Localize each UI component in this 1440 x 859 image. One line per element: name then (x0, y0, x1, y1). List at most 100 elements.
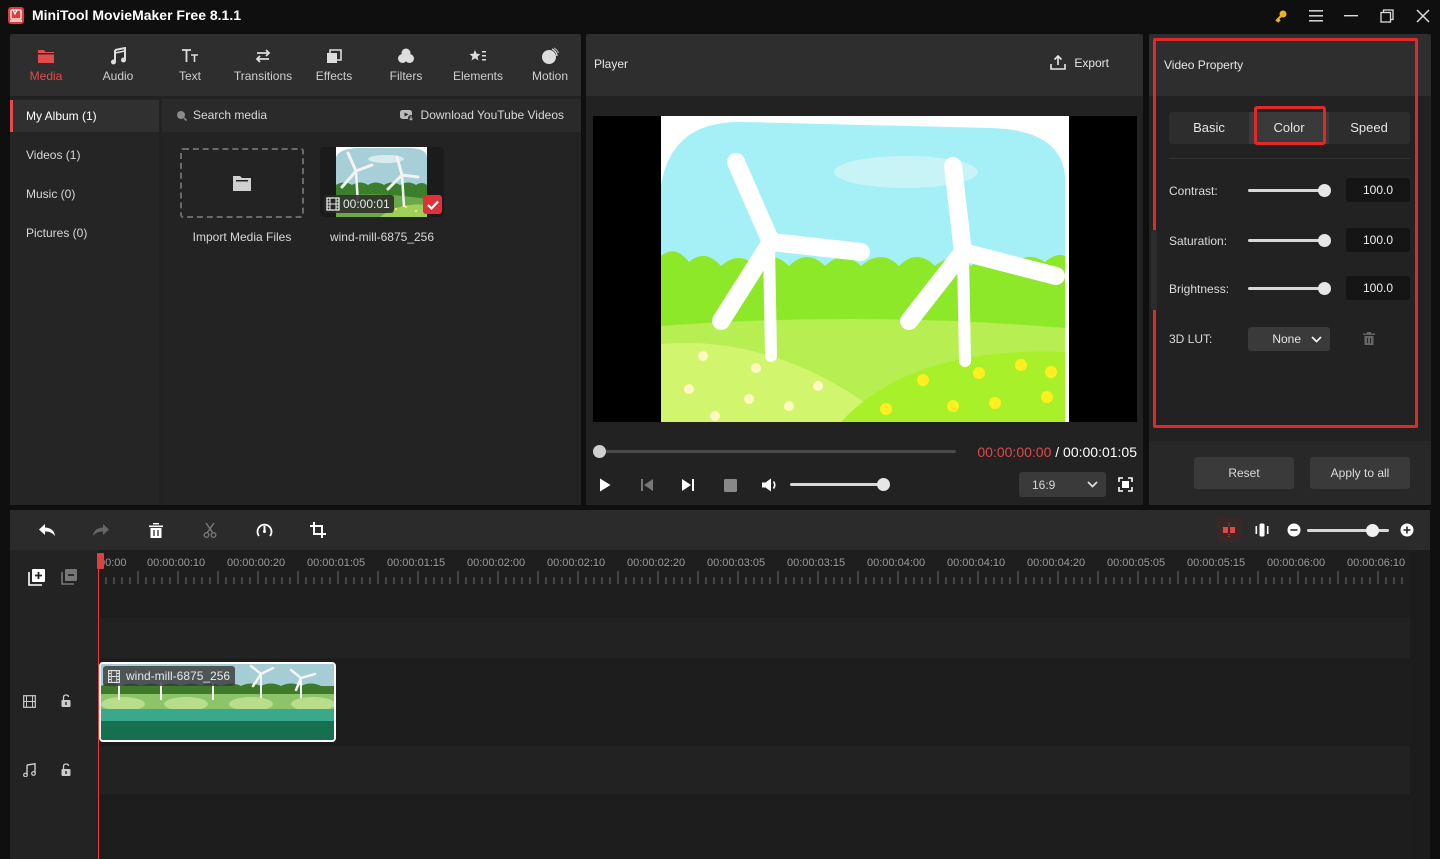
brightness-slider-handle[interactable] (1318, 282, 1331, 295)
selected-check-icon[interactable] (423, 195, 442, 214)
remove-track-button[interactable] (61, 568, 78, 585)
media-library: Search media Download YouTube Videos Imp… (162, 99, 581, 505)
contrast-slider-handle[interactable] (1318, 184, 1331, 197)
text-icon (181, 46, 199, 66)
album-item-my-album[interactable]: My Album (1) (10, 100, 159, 132)
export-icon (1050, 55, 1067, 70)
media-tabs: Media Audio Text Transitions Effects Fil… (10, 34, 581, 96)
zoom-in-button[interactable] (1396, 519, 1418, 541)
tab-filters[interactable]: Filters (370, 34, 442, 96)
tab-text[interactable]: Text (154, 34, 226, 96)
crop-button[interactable] (307, 519, 329, 541)
video-property-panel: Video Property Basic Color Speed Contras… (1149, 34, 1431, 505)
stop-icon (723, 478, 737, 492)
speedometer-icon (256, 523, 272, 537)
panel-splitter[interactable] (1151, 230, 1157, 310)
fullscreen-button[interactable] (1116, 475, 1134, 493)
key-icon[interactable] (1271, 6, 1291, 26)
tab-effects[interactable]: Effects (298, 34, 370, 96)
audio-track-lock-icon[interactable] (61, 763, 71, 776)
transitions-icon (254, 46, 272, 66)
saturation-value-input[interactable]: 100.0 (1346, 228, 1410, 252)
skip-back-icon (641, 479, 653, 491)
media-item-duration: 00:00:01 (324, 195, 394, 213)
time-separator: / (1051, 444, 1064, 460)
export-button[interactable]: Export (1050, 55, 1109, 70)
stop-button[interactable] (719, 474, 741, 496)
fit-icon (1255, 523, 1269, 537)
play-button[interactable] (594, 474, 616, 496)
album-item-videos[interactable]: Videos (1) (10, 139, 159, 171)
undo-button[interactable] (36, 519, 58, 541)
close-icon[interactable] (1413, 6, 1433, 26)
add-track-button[interactable] (28, 568, 46, 586)
track-headers (10, 550, 98, 859)
aspect-ratio-select[interactable]: 16:9 (1019, 472, 1106, 497)
download-youtube-button[interactable]: Download YouTube Videos (399, 108, 564, 122)
redo-button[interactable] (90, 519, 112, 541)
playhead-handle[interactable] (97, 553, 104, 569)
apply-to-all-button[interactable]: Apply to all (1310, 457, 1410, 489)
tab-transitions[interactable]: Transitions (226, 34, 300, 96)
delete-button[interactable] (145, 519, 167, 541)
film-icon (108, 669, 120, 683)
saturation-slider[interactable] (1248, 239, 1324, 242)
volume-slider-handle[interactable] (877, 478, 890, 491)
zoom-in-icon (1400, 523, 1414, 537)
chevron-down-icon (1087, 481, 1098, 488)
album-item-pictures[interactable]: Pictures (0) (10, 217, 159, 249)
volume-slider[interactable] (790, 483, 884, 486)
saturation-slider-handle[interactable] (1318, 234, 1331, 247)
playhead[interactable] (98, 553, 99, 859)
zoom-out-button[interactable] (1283, 519, 1305, 541)
tab-elements[interactable]: Elements (442, 34, 514, 96)
album-item-music[interactable]: Music (0) (10, 178, 159, 210)
tab-motion[interactable]: Motion (514, 34, 586, 96)
tab-speed[interactable]: Speed (1329, 112, 1409, 144)
menu-icon[interactable] (1306, 6, 1326, 26)
brightness-slider[interactable] (1248, 287, 1324, 290)
timeline-toolbar (10, 510, 1430, 550)
next-frame-button[interactable] (677, 474, 699, 496)
minimize-icon[interactable] (1341, 6, 1361, 26)
split-button[interactable] (199, 519, 221, 541)
timeline-ruler[interactable]: 00:00 00:00:00:10 00:00:00:20 00:00:01:05 00… (98, 550, 1410, 588)
redo-icon (93, 524, 109, 536)
contrast-value-input[interactable]: 100.0 (1346, 178, 1410, 202)
scissors-icon (203, 522, 217, 538)
video-clip[interactable]: wind-mill-6875_256 (99, 662, 336, 742)
fit-timeline-button[interactable] (1251, 519, 1273, 541)
undo-icon (39, 524, 55, 536)
tab-color[interactable]: Color (1249, 112, 1329, 144)
tab-media[interactable]: Media (10, 34, 82, 96)
trash-icon[interactable] (1363, 332, 1375, 345)
reset-button[interactable]: Reset (1194, 457, 1294, 489)
tab-audio[interactable]: Audio (82, 34, 154, 96)
playback-progress-handle[interactable] (593, 445, 606, 458)
motion-icon (541, 46, 559, 66)
video-track-lock-icon[interactable] (61, 694, 71, 707)
film-icon (326, 197, 340, 211)
media-item-thumbnail[interactable]: 00:00:01 (320, 147, 444, 217)
preview-frame (661, 116, 1069, 422)
property-title: Video Property (1164, 58, 1244, 72)
media-item-name: wind-mill-6875_256 (329, 230, 435, 244)
current-time: 00:00:00:00 (977, 444, 1052, 460)
contrast-slider[interactable] (1248, 189, 1324, 192)
timeline-zoom-slider-handle[interactable] (1366, 524, 1379, 537)
title-bar: MiniTool MovieMaker Free 8.1.1 (0, 0, 1440, 32)
lut-select[interactable]: None (1248, 327, 1330, 351)
restore-icon[interactable] (1377, 6, 1397, 26)
snap-button[interactable] (1217, 518, 1241, 542)
playback-progress-bar[interactable] (598, 450, 956, 453)
volume-button[interactable] (759, 474, 781, 496)
zoom-out-icon (1287, 523, 1301, 537)
video-preview[interactable] (593, 116, 1137, 422)
trash-icon (149, 522, 163, 538)
speed-button[interactable] (253, 519, 275, 541)
search-input[interactable]: Search media (176, 108, 267, 122)
tab-basic[interactable]: Basic (1169, 112, 1249, 144)
import-media-button[interactable] (180, 148, 304, 218)
brightness-value-input[interactable]: 100.0 (1346, 276, 1410, 300)
previous-frame-button[interactable] (636, 474, 658, 496)
